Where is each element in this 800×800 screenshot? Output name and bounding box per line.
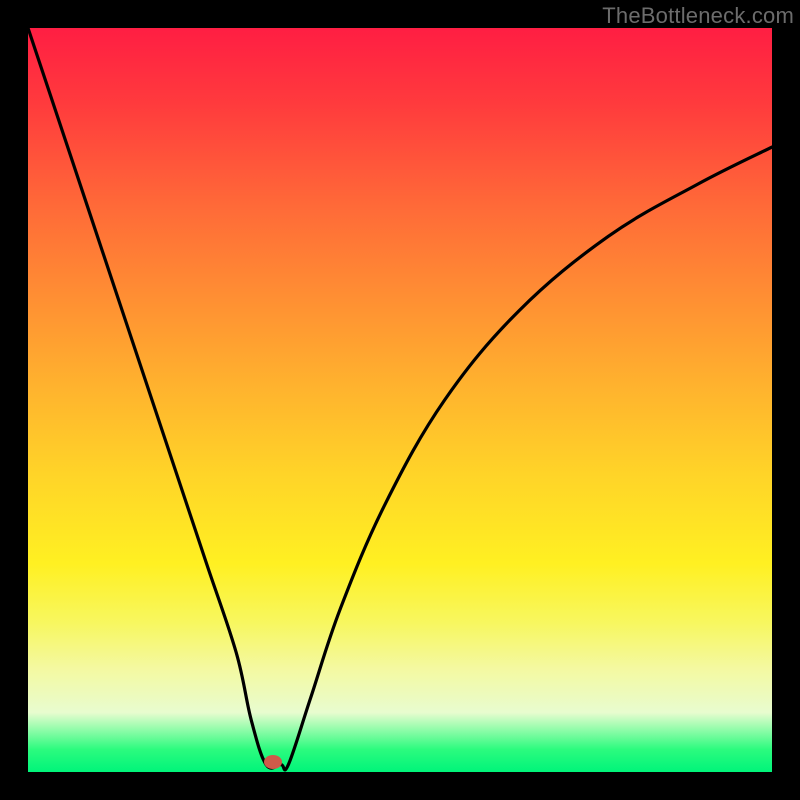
watermark-text: TheBottleneck.com (602, 3, 794, 29)
chart-frame (28, 28, 772, 772)
bottleneck-curve (28, 28, 772, 772)
optimum-marker-dot (264, 755, 282, 769)
curve-path (28, 28, 772, 770)
